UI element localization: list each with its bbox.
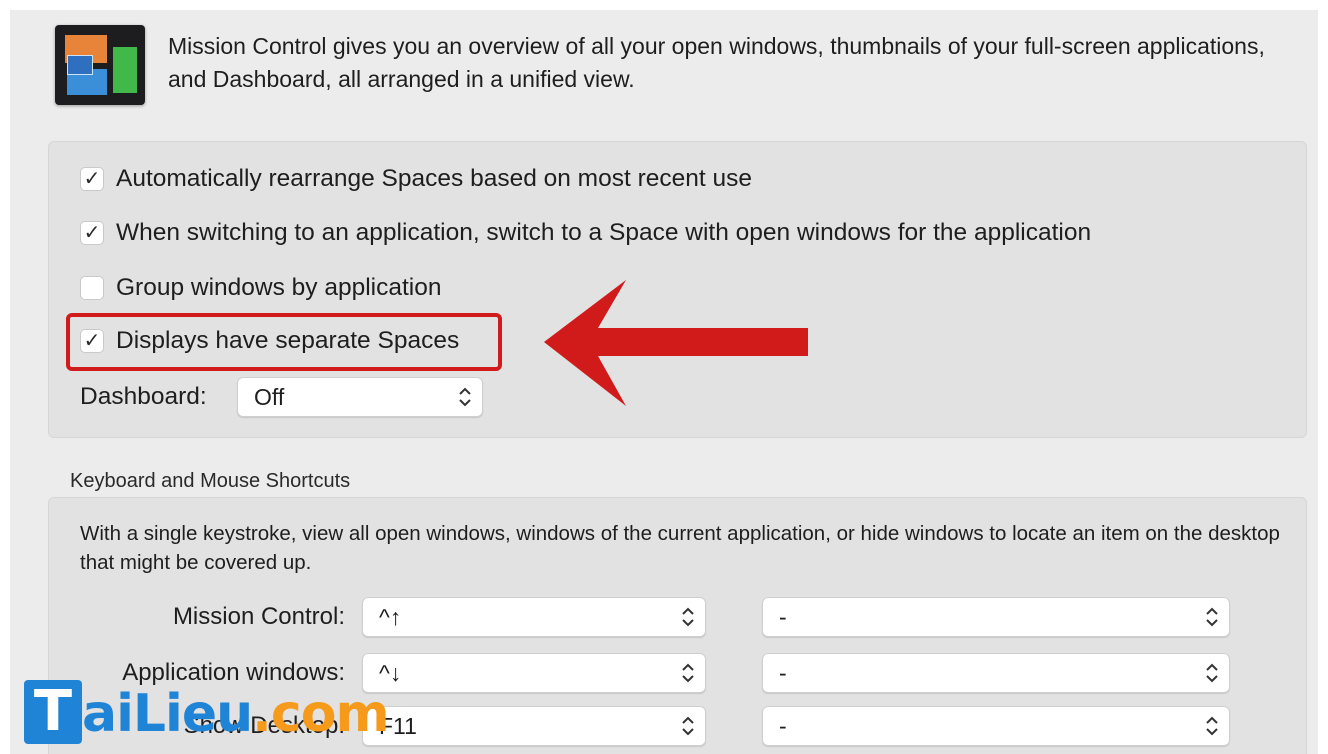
mission-control-mouse-select[interactable]: -	[762, 597, 1230, 637]
chevron-updown-icon	[448, 385, 482, 409]
chevron-updown-icon	[1195, 714, 1229, 738]
pane-description: Mission Control gives you an overview of…	[168, 33, 1265, 92]
chevron-updown-icon	[671, 714, 705, 738]
dashboard-select[interactable]: Off	[237, 377, 483, 417]
watermark-text: aiLieu.com	[82, 684, 390, 744]
mission-control-key-select[interactable]: ^↑	[362, 597, 706, 637]
mission-control-label: Mission Control:	[172, 603, 345, 630]
show-desktop-key-select[interactable]: F11	[362, 706, 706, 746]
dashboard-value: Off	[254, 383, 285, 410]
chevron-updown-icon	[1195, 661, 1229, 685]
application-windows-mouse: -	[779, 659, 787, 686]
chevron-updown-icon	[671, 605, 705, 629]
mission-control-icon	[55, 25, 145, 105]
shortcuts-section-title: Keyboard and Mouse Shortcuts	[70, 470, 351, 492]
checkbox-switch-to-space[interactable]: ✓	[80, 221, 104, 245]
red-arrow-icon	[544, 280, 808, 406]
option-label: Group windows by application	[116, 274, 442, 301]
option-switch-to-space[interactable]: ✓ When switching to an application, swit…	[80, 218, 1091, 248]
highlight-box	[66, 313, 502, 371]
shortcuts-help: With a single keystroke, view all open w…	[80, 522, 1280, 574]
option-rearrange-spaces[interactable]: ✓ Automatically rearrange Spaces based o…	[80, 164, 752, 194]
application-windows-key: ^↓	[379, 659, 402, 686]
dashboard-label: Dashboard:	[80, 383, 207, 410]
checkbox-group-windows[interactable]	[80, 276, 104, 300]
chevron-updown-icon	[671, 661, 705, 685]
watermark-box: T	[24, 680, 82, 744]
show-desktop-key: F11	[379, 712, 417, 739]
chevron-updown-icon	[1195, 605, 1229, 629]
option-label: Automatically rearrange Spaces based on …	[116, 165, 752, 192]
watermark-logo: T aiLieu.com	[24, 674, 390, 744]
application-windows-key-select[interactable]: ^↓	[362, 653, 706, 693]
mission-control-key: ^↑	[379, 603, 402, 630]
option-group-windows[interactable]: Group windows by application	[80, 273, 442, 303]
option-label: When switching to an application, switch…	[116, 219, 1092, 246]
checkbox-rearrange-spaces[interactable]: ✓	[80, 167, 104, 191]
show-desktop-mouse-select[interactable]: -	[762, 706, 1230, 746]
application-windows-mouse-select[interactable]: -	[762, 653, 1230, 693]
mission-control-mouse: -	[779, 603, 787, 630]
show-desktop-mouse: -	[779, 712, 787, 739]
